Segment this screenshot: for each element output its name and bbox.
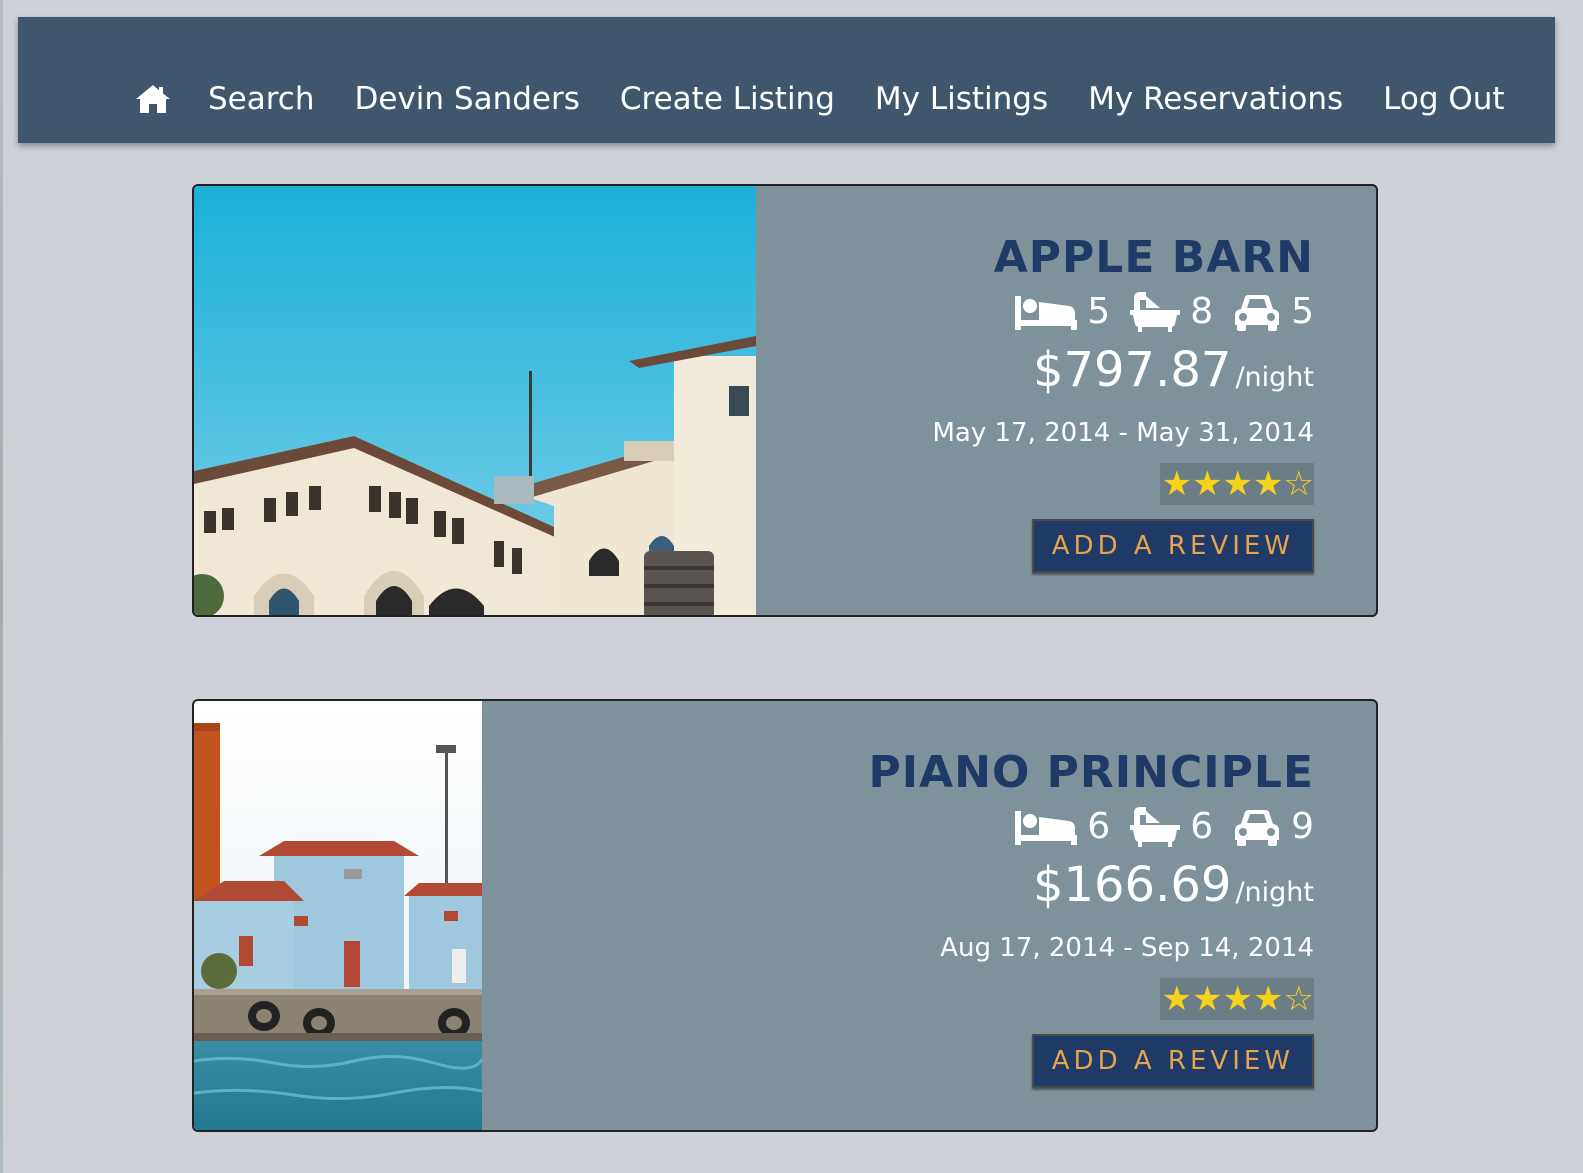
add-review-button[interactable]: ADD A REVIEW [1031,1034,1314,1088]
listing-photo [194,186,756,615]
add-review-button[interactable]: ADD A REVIEW [1031,519,1314,573]
nav-my-reservations[interactable]: My Reservations [1088,81,1343,117]
star-filled-icon: ★ [1253,979,1284,1019]
parking-count: 9 [1233,805,1314,849]
star-filled-icon: ★ [1253,464,1284,504]
star-empty-icon: ☆ [1283,979,1314,1019]
star-filled-icon: ★ [1222,979,1254,1019]
bathtub-icon [1130,807,1181,847]
nav-user-profile[interactable]: Devin Sanders [355,81,580,117]
listing-dates: Aug 17, 2014 - Sep 14, 2014 [940,933,1314,963]
beds-count: 6 [1015,805,1110,849]
navigation-bar: Search Devin Sanders Create Listing My L… [18,17,1555,143]
nav-log-out[interactable]: Log Out [1383,81,1504,117]
listing-amenities: 6 6 9 [868,805,1314,849]
listing-price: $166.69/night [1032,857,1314,913]
car-icon [1235,295,1280,331]
listing-photo [194,701,484,1130]
listing-card: APPLE BARN 5 8 5 $797.87 /night May 17, … [192,184,1378,617]
star-filled-icon: ★ [1161,464,1193,504]
star-rating: ★ ★ ★ ★ ☆ [1159,463,1314,505]
star-empty-icon: ☆ [1283,464,1314,504]
listing-title[interactable]: APPLE BARN [932,232,1314,284]
star-filled-icon: ★ [1222,464,1254,504]
nav-my-listings[interactable]: My Listings [875,81,1048,117]
home-icon[interactable] [134,82,172,116]
parking-count: 5 [1233,290,1314,334]
listing-amenities: 5 8 5 [932,290,1314,334]
listing-card: PIANO PRINCIPLE 6 6 9 $166.69 /night Aug… [192,699,1378,1132]
star-filled-icon: ★ [1192,464,1223,504]
listing-info: APPLE BARN 5 8 5 $797.87 /night May 17, … [932,232,1314,573]
baths-count: 6 [1130,805,1213,849]
star-filled-icon: ★ [1192,979,1223,1019]
star-rating: ★ ★ ★ ★ ☆ [1159,978,1314,1020]
window-edge [0,0,3,1173]
listing-price: $797.87/night [1032,342,1314,398]
car-icon [1235,810,1280,846]
bed-icon [1015,296,1078,330]
listing-title[interactable]: PIANO PRINCIPLE [868,747,1314,799]
nav-menu: Search Devin Sanders Create Listing My L… [134,79,1545,119]
bathtub-icon [1130,292,1181,332]
nav-search[interactable]: Search [208,81,315,117]
baths-count: 8 [1130,290,1213,334]
bed-icon [1015,811,1078,845]
nav-create-listing[interactable]: Create Listing [620,81,835,117]
listing-info: PIANO PRINCIPLE 6 6 9 $166.69 /night Aug… [868,747,1314,1088]
star-filled-icon: ★ [1161,979,1193,1019]
listing-dates: May 17, 2014 - May 31, 2014 [932,418,1314,448]
beds-count: 5 [1015,290,1110,334]
